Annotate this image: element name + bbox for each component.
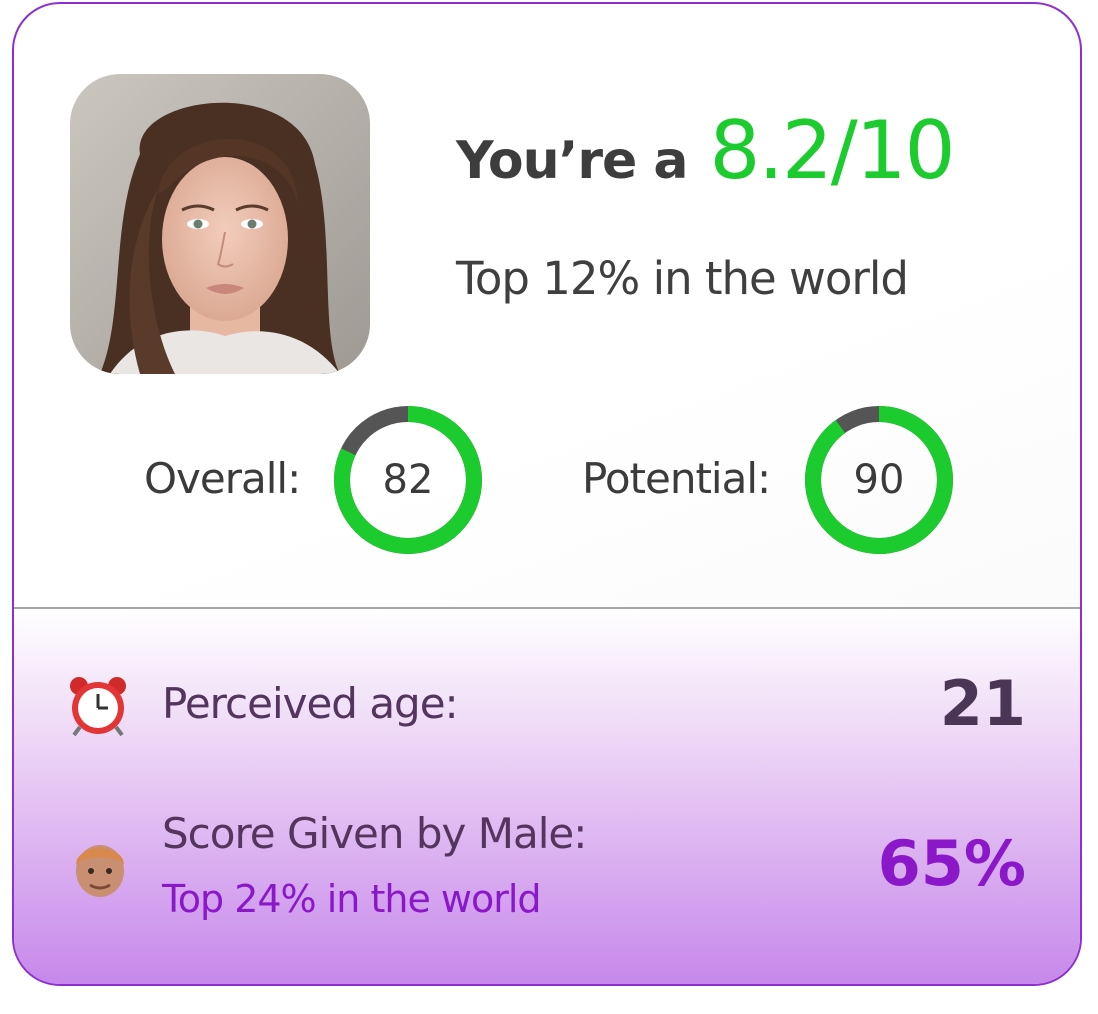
overall-label: Overall:: [144, 454, 301, 503]
profile-photo: [70, 74, 370, 374]
alarm-clock-icon: [66, 673, 130, 737]
details-panel: Perceived age: 21 Score Given by Male: T…: [14, 609, 1080, 984]
overall-score: 8.2/10: [709, 104, 955, 197]
score-headline: You’re a 8.2/10: [456, 104, 955, 204]
potential-ring: 90: [803, 404, 955, 556]
rating-result-card: You’re a 8.2/10 Top 12% in the world Over…: [12, 2, 1082, 986]
world-rank-text: Top 12% in the world: [456, 252, 909, 305]
male-score-value: 65%: [877, 827, 1026, 900]
headline-prefix: You’re a: [456, 131, 688, 191]
perceived-age-value: 21: [939, 667, 1026, 740]
potential-value: 90: [853, 457, 905, 503]
male-score-label: Score Given by Male:: [162, 809, 587, 858]
overall-value: 82: [382, 457, 434, 503]
man-face-icon: [68, 835, 132, 899]
perceived-age-label: Perceived age:: [162, 679, 459, 728]
overall-ring: 82: [332, 404, 484, 556]
potential-label: Potential:: [582, 454, 771, 503]
male-score-rank: Top 24% in the world: [162, 877, 542, 921]
